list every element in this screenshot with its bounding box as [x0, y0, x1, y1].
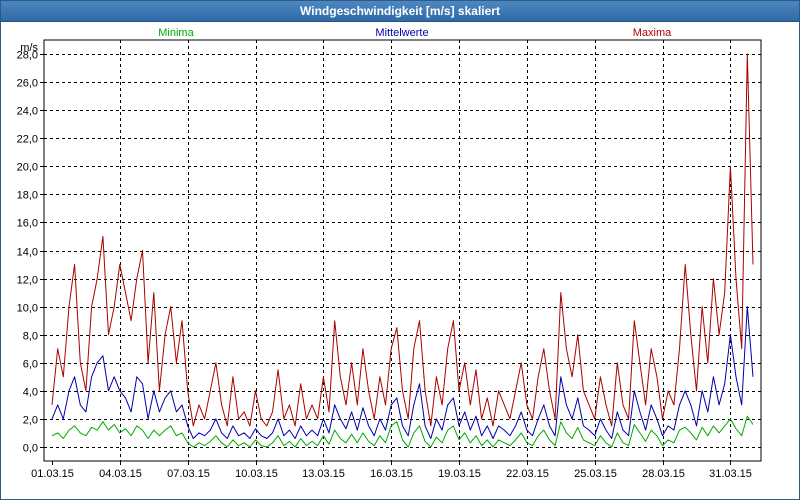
x-tick-label: 22.03.15: [506, 468, 549, 480]
y-tick-label: 14,0: [17, 247, 38, 259]
x-axis-ticks: 01.03.15 04.03.15 07.03.15 10.03.15 13.03.15…: [31, 461, 752, 480]
y-axis-unit: m/s: [20, 42, 38, 54]
title-bar: Windgeschwindigkeit [m/s] skaliert: [1, 1, 799, 22]
y-tick-label: 4,0: [23, 387, 38, 399]
y-axis-ticks: 0,0 2,0 4,0 6,0 8,0 10,0 12,0 14,0 16,0 18,0 20,0 2…: [17, 50, 44, 455]
y-tick-label: 20,0: [17, 162, 38, 174]
x-tick-label: 01.03.15: [31, 468, 74, 480]
y-tick-label: 8,0: [23, 331, 38, 343]
legend-maxima: Maxima: [633, 27, 672, 39]
y-tick-label: 18,0: [17, 190, 38, 202]
legend-mittelwerte: Mittelwerte: [375, 27, 428, 39]
x-tick-label: 31.03.15: [709, 468, 752, 480]
plot-area: [43, 39, 762, 462]
chart-window: Windgeschwindigkeit [m/s] skaliert 0,0 2,…: [0, 0, 800, 500]
legend-minima: Minima: [158, 27, 194, 39]
y-tick-label: 24,0: [17, 106, 38, 118]
x-tick-label: 28.03.15: [642, 468, 685, 480]
y-tick-label: 22,0: [17, 134, 38, 146]
y-tick-label: 12,0: [17, 275, 38, 287]
wind-speed-chart: 0,0 2,0 4,0 6,0 8,0 10,0 12,0 14,0 16,0 18,0 20,0 2…: [17, 27, 762, 480]
y-tick-label: 26,0: [17, 78, 38, 90]
x-tick-label: 04.03.15: [99, 468, 142, 480]
x-tick-label: 07.03.15: [167, 468, 210, 480]
y-tick-label: 16,0: [17, 218, 38, 230]
y-tick-label: 0,0: [23, 443, 38, 455]
y-tick-label: 2,0: [23, 415, 38, 427]
window-title: Windgeschwindigkeit [m/s] skaliert: [300, 4, 500, 18]
legend: Minima Mittelwerte Maxima: [158, 27, 672, 39]
x-tick-label: 16.03.15: [370, 468, 413, 480]
y-tick-label: 6,0: [23, 359, 38, 371]
y-tick-label: 10,0: [17, 303, 38, 315]
x-tick-label: 19.03.15: [438, 468, 481, 480]
x-tick-label: 10.03.15: [235, 468, 278, 480]
x-tick-label: 13.03.15: [302, 468, 345, 480]
x-tick-label: 25.03.15: [574, 468, 617, 480]
